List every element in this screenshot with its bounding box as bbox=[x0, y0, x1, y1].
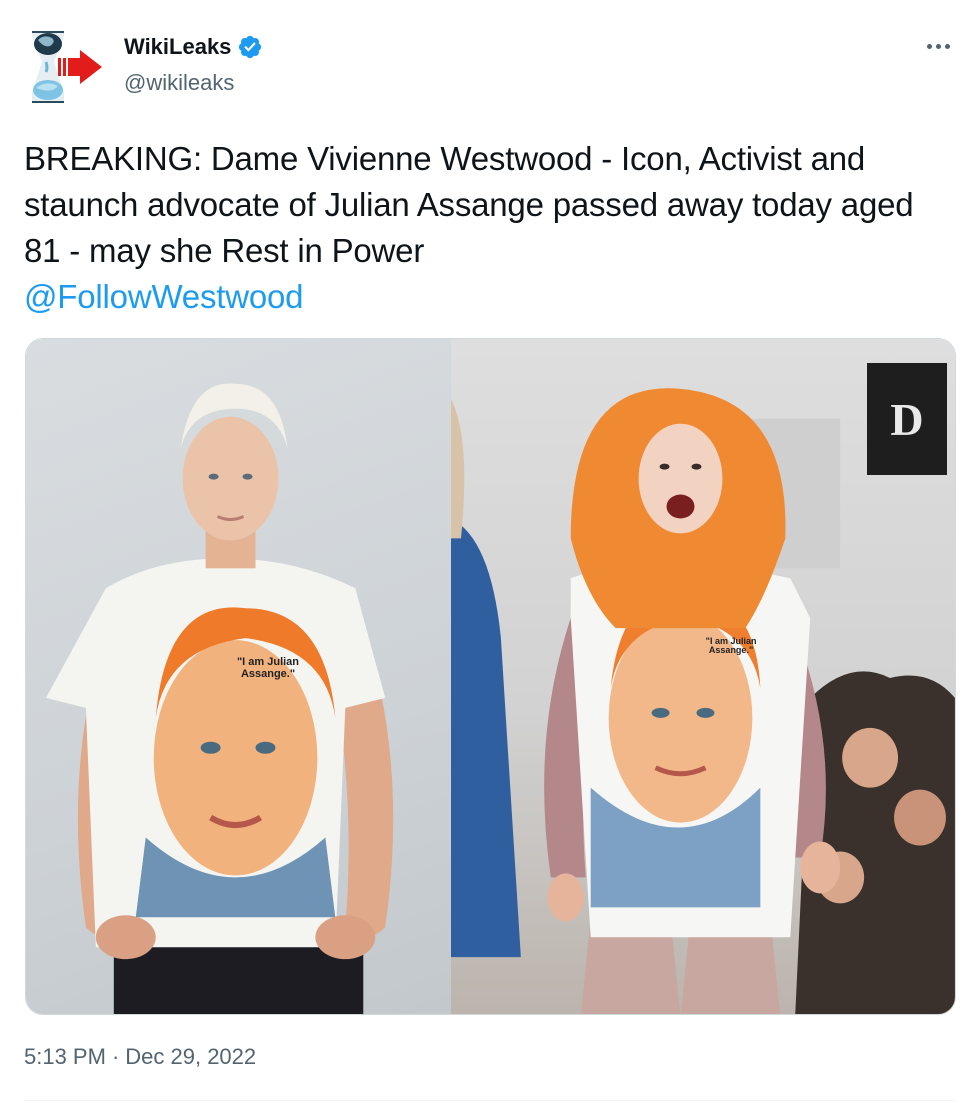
media-photo-left[interactable]: "I am Julian Assange." bbox=[26, 339, 452, 1014]
mention-link[interactable]: @FollowWestwood bbox=[24, 274, 304, 320]
verified-badge-icon bbox=[239, 35, 262, 59]
more-dot-icon bbox=[935, 43, 941, 49]
tweet-time[interactable]: 5:13 PM bbox=[24, 1044, 106, 1070]
tweet-text: BREAKING: Dame Vivienne Westwood - Icon,… bbox=[24, 136, 954, 320]
author-name-row[interactable]: WikiLeaks bbox=[124, 34, 263, 60]
tweet-body: BREAKING: Dame Vivienne Westwood - Icon,… bbox=[24, 140, 914, 269]
tweet-date[interactable]: Dec 29, 2022 bbox=[125, 1044, 256, 1070]
author-handle[interactable]: @wikileaks bbox=[124, 70, 234, 96]
tweet-timestamp[interactable]: 5:13 PM · Dec 29, 2022 bbox=[24, 1044, 256, 1070]
tweet-card: WikiLeaks @wikileaks BREAKING: Dame Vivi… bbox=[0, 0, 980, 1118]
more-dot-icon bbox=[926, 43, 932, 49]
media-photo-right[interactable]: D "I am Julian Assange." bbox=[451, 339, 955, 1014]
runway-sign: D bbox=[867, 363, 947, 475]
divider bbox=[24, 1100, 956, 1101]
left-shirt-quote: "I am Julian Assange." bbox=[236, 656, 300, 680]
tweet-media[interactable]: "I am Julian Assange." D "I am Julian As… bbox=[25, 338, 956, 1015]
timestamp-separator: · bbox=[111, 1044, 120, 1069]
more-dot-icon bbox=[944, 43, 950, 49]
more-options-button[interactable] bbox=[922, 30, 954, 62]
wikileaks-hourglass-logo-icon bbox=[32, 31, 102, 103]
right-shirt-quote: "I am Julian Assange." bbox=[705, 636, 757, 656]
author-display-name[interactable]: WikiLeaks bbox=[124, 34, 231, 60]
avatar[interactable] bbox=[24, 26, 104, 106]
